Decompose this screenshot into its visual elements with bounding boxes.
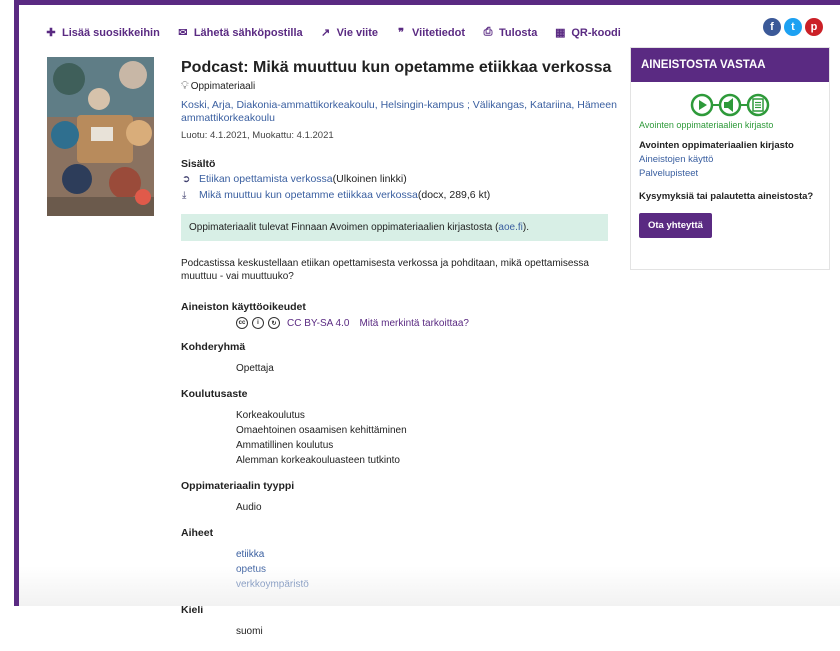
- external-link-suffix: (Ulkoinen linkki): [332, 173, 407, 185]
- record-toolbar: ✚ Lisää suosikkeihin ✉ Lähetä sähköposti…: [44, 26, 637, 39]
- quote-icon: ❞: [398, 27, 404, 39]
- subjects-block: Aiheet etiikka opetus verkkoympäristö: [181, 527, 621, 592]
- level-heading: Koulutusaste: [181, 388, 248, 400]
- play-audio-document-icon: [690, 93, 770, 117]
- email-label: Lähetä sähköpostilla: [193, 26, 303, 39]
- print-label: Tulosta: [499, 26, 538, 39]
- twitter-icon: t: [791, 21, 795, 33]
- download-icon: ⤓: [182, 190, 187, 201]
- info-prefix: Oppimateriaalit tulevat Finnaan Avoimen …: [189, 222, 499, 233]
- record-main: Podcast: Mikä muuttuu kun opetamme etiik…: [181, 58, 621, 651]
- record-cover-image: [47, 57, 154, 216]
- chevron-circle-right-icon: ➲: [182, 174, 191, 185]
- record-metadata: Aineiston käyttöoikeudet cc i ↻ CC BY-SA…: [181, 301, 621, 639]
- subject-link[interactable]: etiikka: [236, 547, 621, 562]
- email-button[interactable]: ✉ Lähetä sähköpostilla: [176, 26, 303, 40]
- service-points-link[interactable]: Palvelupisteet: [639, 168, 821, 179]
- org-logo-icons: [639, 92, 821, 118]
- language-item: suomi: [236, 626, 263, 637]
- print-icon: ⎙: [483, 26, 493, 38]
- usage-link[interactable]: Aineistojen käyttö: [639, 154, 821, 165]
- level-item: Alemman korkeakouluasteen tutkinto: [236, 455, 400, 466]
- license-link[interactable]: CC BY-SA 4.0: [287, 318, 349, 329]
- cite-label: Viitetiedot: [412, 26, 466, 39]
- panel-heading: AINEISTOSTA VASTAA: [631, 48, 829, 82]
- content-link-external: ➲ Etiikan opettamista verkossa (Ulkoinen…: [181, 173, 621, 186]
- org-info: Avointen oppimateriaalien kirjasto Ainei…: [631, 140, 829, 202]
- org-name: Avointen oppimateriaalien kirjasto: [639, 140, 794, 151]
- type-heading: Oppimateriaalin tyyppi: [181, 480, 295, 492]
- record-title: Podcast: Mikä muuttuu kun opetamme etiik…: [181, 59, 612, 76]
- org-logo-text: Avointen oppimateriaalien kirjasto: [639, 120, 774, 130]
- format-label: Oppimateriaali: [190, 81, 256, 92]
- download-link[interactable]: Mikä muuttuu kun opetamme etiikkaa verko…: [199, 189, 418, 202]
- source-info-box: Oppimateriaalit tulevat Finnaan Avoimen …: [181, 214, 608, 241]
- add-favorite-label: Lisää suosikkeihin: [62, 26, 160, 39]
- rights-block: Aineiston käyttöoikeudet cc i ↻ CC BY-SA…: [181, 301, 621, 329]
- level-values: Korkeakoulutus Omaehtoinen osaamisen keh…: [236, 408, 621, 468]
- type-block: Oppimateriaalin tyyppi Audio: [181, 480, 621, 515]
- export-label: Vie viite: [336, 26, 379, 39]
- content-link-download: ⤓ Mikä muuttuu kun opetamme etiikkaa ver…: [181, 189, 621, 202]
- export-button[interactable]: ↗ Vie viite: [319, 26, 379, 40]
- record-authors[interactable]: Koski, Arja, Diakonia-ammattikorkeakoulu…: [181, 99, 621, 125]
- level-block: Koulutusaste Korkeakoulutus Omaehtoinen …: [181, 388, 621, 468]
- facebook-share-button[interactable]: f: [763, 18, 781, 36]
- cite-button[interactable]: ❞ Viitetiedot: [394, 26, 466, 40]
- export-icon: ↗: [321, 27, 331, 39]
- target-values: Opettaja: [236, 361, 621, 376]
- rights-heading: Aineiston käyttöoikeudet: [181, 301, 306, 313]
- type-values: Audio: [236, 500, 621, 515]
- language-block: Kieli suomi: [181, 604, 621, 639]
- mail-icon: ✉: [178, 27, 188, 39]
- pinterest-share-button[interactable]: p: [805, 18, 823, 36]
- record-format: 💡︎ Oppimateriaali: [181, 80, 621, 93]
- responsible-organisation-panel: AINEISTOSTA VASTAA Avointen oppimateriaa…: [630, 47, 830, 270]
- feedback-question: Kysymyksiä tai palautetta aineistosta?: [639, 191, 814, 202]
- subjects-heading: Aiheet: [181, 527, 214, 539]
- page-frame-left: [14, 0, 19, 606]
- contact-button[interactable]: Ota yhteyttä: [639, 213, 712, 238]
- info-suffix: ).: [522, 222, 529, 233]
- by-icon: i: [252, 317, 264, 329]
- cc-icon: cc: [236, 317, 248, 329]
- subject-link[interactable]: opetus: [236, 562, 621, 577]
- record-dates: Luotu: 4.1.2021, Muokattu: 4.1.2021: [181, 130, 334, 141]
- target-item: Opettaja: [236, 363, 274, 374]
- social-share: f t p: [760, 18, 823, 36]
- level-item: Omaehtoinen osaamisen kehittäminen: [236, 425, 407, 436]
- external-link[interactable]: Etiikan opettamista verkossa: [199, 173, 333, 186]
- qr-button[interactable]: ▦ QR-koodi: [553, 26, 621, 40]
- twitter-share-button[interactable]: t: [784, 18, 802, 36]
- sa-icon: ↻: [268, 317, 280, 329]
- level-item: Ammatillinen koulutus: [236, 440, 334, 451]
- lightbulb-icon: 💡︎: [181, 80, 189, 92]
- pin-icon: ✚: [46, 27, 56, 39]
- license-row: cc i ↻ CC BY-SA 4.0 Mitä merkintä tarkoi…: [236, 317, 621, 329]
- content-heading: Sisältö: [181, 158, 216, 170]
- type-item: Audio: [236, 502, 262, 513]
- license-help-link[interactable]: Mitä merkintä tarkoittaa?: [359, 318, 469, 329]
- qr-label: QR-koodi: [571, 26, 621, 39]
- level-item: Korkeakoulutus: [236, 410, 305, 421]
- page-frame-top: [14, 0, 840, 5]
- aoe-link[interactable]: aoe.fi: [498, 222, 522, 233]
- pinterest-icon: p: [810, 21, 818, 33]
- org-logo[interactable]: Avointen oppimateriaalien kirjasto: [631, 82, 829, 130]
- subjects-values: etiikka opetus verkkoympäristö: [236, 547, 621, 592]
- add-favorite-button[interactable]: ✚ Lisää suosikkeihin: [44, 26, 160, 40]
- print-button[interactable]: ⎙ Tulosta: [481, 26, 538, 39]
- subject-link[interactable]: verkkoympäristö: [236, 577, 621, 592]
- target-heading: Kohderyhmä: [181, 341, 246, 353]
- facebook-icon: f: [770, 21, 774, 33]
- target-block: Kohderyhmä Opettaja: [181, 341, 621, 376]
- record-description: Podcastissa keskustellaan etiikan opetta…: [181, 258, 589, 282]
- qr-icon: ▦: [555, 27, 566, 39]
- download-link-suffix: (docx, 289,6 kt): [417, 189, 491, 201]
- language-values: suomi: [236, 624, 621, 639]
